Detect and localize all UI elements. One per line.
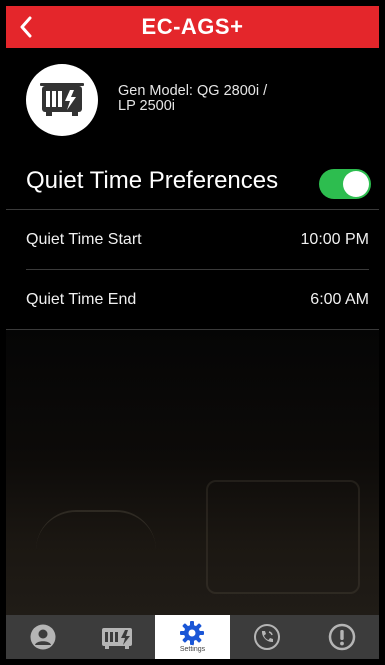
page-title: EC-AGS+ <box>141 14 244 39</box>
quiet-time-end-row[interactable]: Quiet Time End 6:00 AM <box>6 270 379 330</box>
quiet-time-start-value: 10:00 PM <box>300 231 369 248</box>
generator-model: Gen Model: QG 2800i / LP 2500i <box>118 84 318 114</box>
background-image <box>6 330 379 615</box>
quiet-time-toggle[interactable] <box>319 169 371 199</box>
alert-icon <box>328 623 355 651</box>
generator-icon <box>40 83 84 116</box>
phone-icon <box>254 624 281 650</box>
quiet-time-end-value: 6:00 AM <box>310 291 369 308</box>
app-header: EC-AGS+ <box>6 6 379 48</box>
quiet-time-start-row[interactable]: Quiet Time Start 10:00 PM <box>6 210 379 269</box>
chevron-left-icon <box>20 16 32 38</box>
user-icon <box>30 624 56 650</box>
generator-icon <box>101 628 132 649</box>
app-screen: EC-AGS+ Gen Model: QG 2800i / LP 2500i Q… <box>6 6 379 659</box>
quiet-time-start-label: Quiet Time Start <box>26 231 142 248</box>
tab-generator[interactable] <box>81 615 156 659</box>
gear-icon <box>180 621 205 645</box>
back-button[interactable] <box>12 13 40 41</box>
background-shape <box>206 480 360 594</box>
tab-alerts[interactable] <box>304 615 379 659</box>
bottom-tab-bar: Settings <box>6 615 379 659</box>
tab-support[interactable] <box>230 615 305 659</box>
tab-settings[interactable]: Settings <box>155 615 230 659</box>
generator-avatar <box>26 64 98 136</box>
background-shape <box>36 510 156 582</box>
quiet-time-section-header: Quiet Time Preferences <box>6 153 379 210</box>
tab-settings-label: Settings <box>179 646 206 653</box>
generator-info: Gen Model: QG 2800i / LP 2500i <box>6 48 379 153</box>
tab-profile[interactable] <box>6 615 81 659</box>
toggle-knob <box>343 171 369 197</box>
quiet-time-end-label: Quiet Time End <box>26 291 137 308</box>
generator-model-line1: Gen Model: QG 2800i / <box>118 83 268 99</box>
quiet-time-title: Quiet Time Preferences <box>26 167 279 194</box>
generator-model-line2: LP 2500i <box>118 98 175 114</box>
